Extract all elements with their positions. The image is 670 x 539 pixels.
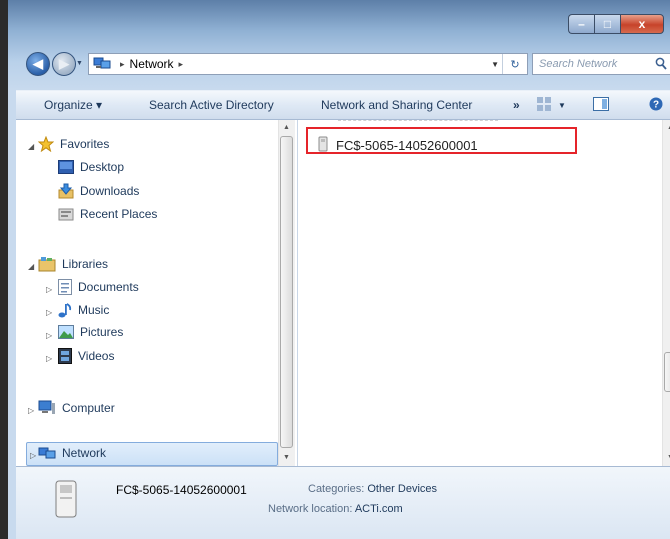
sidebar-item-label: Downloads xyxy=(80,184,140,198)
forward-button[interactable]: ▶ xyxy=(52,52,76,76)
content-scrollbar[interactable]: ▲ ▼ xyxy=(662,120,670,466)
breadcrumb-network[interactable]: Network xyxy=(130,57,174,71)
sidebar-item-favorites[interactable]: Favorites xyxy=(38,136,109,152)
libraries-icon xyxy=(38,256,56,272)
recent-pages-dropdown-icon[interactable]: ▼ xyxy=(76,60,86,70)
network-icon xyxy=(38,446,56,460)
expand-computer-icon[interactable]: ▷ xyxy=(28,406,34,415)
expand-music-icon[interactable]: ▷ xyxy=(46,308,52,317)
device-name: FC$-5065-14052600001 xyxy=(336,138,478,153)
more-commands-button[interactable]: » xyxy=(513,98,520,112)
computer-icon xyxy=(38,400,56,416)
star-icon xyxy=(38,136,54,152)
address-dropdown-icon[interactable]: ▼ xyxy=(491,60,499,69)
categories-label: Categories: xyxy=(308,483,365,495)
collapse-libraries-icon[interactable]: ◢ xyxy=(28,262,34,271)
device-large-icon xyxy=(54,479,78,522)
sidebar-item-label: Network xyxy=(62,446,107,460)
sidebar-item-label: Computer xyxy=(62,401,115,415)
sidebar-item-recent-places[interactable]: Recent Places xyxy=(58,206,157,222)
sidebar-item-label: Libraries xyxy=(62,257,109,271)
organize-menu[interactable]: Organize ▾ xyxy=(44,98,102,112)
categories-value: Other Devices xyxy=(367,483,438,495)
sidebar-item-label: Recent Places xyxy=(80,207,158,221)
sidebar-item-label: Music xyxy=(78,303,110,317)
list-item-device[interactable]: FC$-5065-14052600001 xyxy=(318,136,478,155)
command-bar: Organize ▾ Search Active Directory Netwo… xyxy=(16,90,670,120)
expand-documents-icon[interactable]: ▷ xyxy=(46,285,52,294)
sidebar-item-pictures[interactable]: Pictures xyxy=(58,325,123,339)
expand-pictures-icon[interactable]: ▷ xyxy=(46,331,52,340)
documents-icon xyxy=(58,279,72,295)
view-dropdown-icon[interactable]: ▼ xyxy=(558,101,566,110)
pictures-icon xyxy=(58,325,74,339)
scrollbar-thumb[interactable] xyxy=(664,352,670,392)
expand-videos-icon[interactable]: ▷ xyxy=(46,354,52,363)
sidebar-item-label: Pictures xyxy=(80,325,124,339)
group-divider xyxy=(338,120,498,125)
navigation-pane: ◢ Favorites Desktop Downloads Recent Pla… xyxy=(16,120,298,466)
details-categories: Categories: Other Devices xyxy=(308,483,437,495)
preview-pane-icon[interactable] xyxy=(593,97,609,114)
maximize-button[interactable]: □ xyxy=(594,14,620,34)
collapse-favorites-icon[interactable]: ◢ xyxy=(28,142,34,151)
change-view-icon[interactable] xyxy=(536,96,552,115)
sidebar-item-label: Videos xyxy=(78,349,115,363)
search-icon[interactable] xyxy=(655,57,667,73)
breadcrumb-separator[interactable]: ▸ xyxy=(179,59,184,70)
sidebar-item-label: Documents xyxy=(78,280,139,294)
address-bar[interactable]: ▸ Network ▸ ▼ ↻ xyxy=(88,53,528,75)
close-button[interactable]: x xyxy=(620,14,664,34)
sidebar-item-network[interactable]: Network xyxy=(38,446,106,460)
search-placeholder: Search Network xyxy=(539,58,618,70)
svg-text:?: ? xyxy=(653,100,659,111)
sidebar-item-label: Desktop xyxy=(80,160,125,174)
scroll-up-icon[interactable]: ▲ xyxy=(283,124,290,131)
sidebar-item-desktop[interactable]: Desktop xyxy=(58,160,124,174)
network-icon xyxy=(93,56,111,73)
help-icon[interactable]: ? xyxy=(649,97,663,114)
explorer-window: – □ x ◀ ▶ ▼ ▸ Network ▸ ▼ ↻ Search Netwo… xyxy=(0,0,670,539)
breadcrumb-separator[interactable]: ▸ xyxy=(120,59,125,70)
search-active-directory-button[interactable]: Search Active Directory xyxy=(149,98,274,112)
desktop-icon xyxy=(58,160,74,174)
window-controls: – □ x xyxy=(568,14,664,34)
minimize-button[interactable]: – xyxy=(568,14,594,34)
details-network-location: Network location: ACTi.com xyxy=(268,503,403,515)
sidebar-item-libraries[interactable]: Libraries xyxy=(38,256,108,272)
details-pane: FC$-5065-14052600001 Categories: Other D… xyxy=(16,466,670,539)
music-icon xyxy=(58,302,72,318)
sidebar-item-label: Favorites xyxy=(60,137,110,151)
back-button[interactable]: ◀ xyxy=(26,52,50,76)
scrollbar-thumb[interactable] xyxy=(280,136,293,448)
videos-icon xyxy=(58,348,72,364)
sidebar-item-downloads[interactable]: Downloads xyxy=(58,183,139,199)
network-location-label: Network location: xyxy=(268,503,353,515)
network-location-value: ACTi.com xyxy=(354,503,403,515)
network-device-icon xyxy=(318,136,328,155)
recent-places-icon xyxy=(58,206,74,222)
navigation-bar: ◀ ▶ ▼ ▸ Network ▸ ▼ ↻ Search Network xyxy=(26,52,670,78)
refresh-icon[interactable]: ↻ xyxy=(502,54,527,74)
search-input[interactable]: Search Network xyxy=(532,53,670,75)
content-pane: FC$-5065-14052600001 xyxy=(298,120,662,466)
details-device-name: FC$-5065-14052600001 xyxy=(116,483,247,497)
sidebar-item-documents[interactable]: Documents xyxy=(58,279,139,295)
sidebar-item-computer[interactable]: Computer xyxy=(38,400,115,416)
network-sharing-center-button[interactable]: Network and Sharing Center xyxy=(321,98,472,112)
sidebar-item-videos[interactable]: Videos xyxy=(58,348,114,364)
expand-network-icon[interactable]: ▷ xyxy=(30,451,36,460)
sidebar-item-music[interactable]: Music xyxy=(58,302,109,318)
downloads-icon xyxy=(58,183,74,199)
scroll-down-icon[interactable]: ▼ xyxy=(283,454,290,461)
navigation-scrollbar[interactable]: ▲ ▼ xyxy=(278,120,295,466)
